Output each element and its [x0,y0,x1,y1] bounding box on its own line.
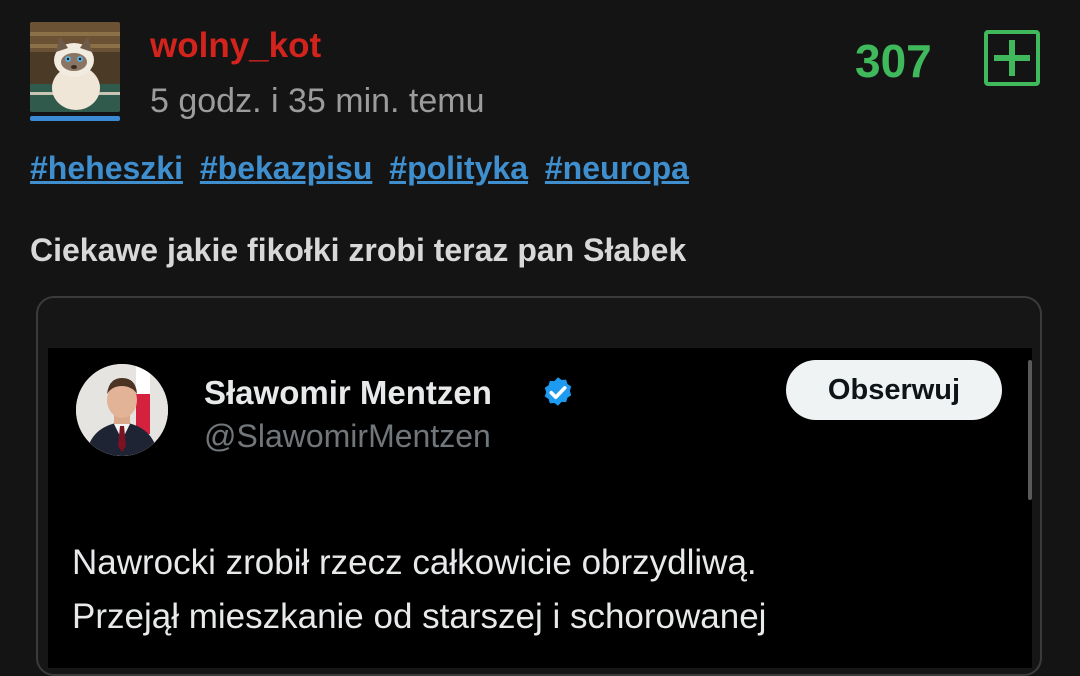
tag-link[interactable]: #neuropa [545,150,689,186]
tweet-text: Nawrocki zrobił rzecz całkowicie obrzydl… [72,536,766,644]
avatar-status-bar [30,116,120,121]
tweet-text-line: Nawrocki zrobił rzecz całkowicie obrzydl… [72,543,757,582]
tweet-author-name[interactable]: Sławomir Mentzen [204,374,492,412]
embedded-tweet[interactable]: Sławomir Mentzen @SlawomirMentzen Obserw… [48,348,1032,668]
vote-count: 307 [855,35,932,87]
person-avatar-image [76,364,168,456]
tweet-author-avatar[interactable] [76,364,168,456]
tag-list: #heheszki #bekazpisu #polityka #neuropa [30,150,697,187]
tweet-author-handle[interactable]: @SlawomirMentzen [204,418,491,455]
tag-link[interactable]: #polityka [389,150,528,186]
author-username[interactable]: wolny_kot [150,26,321,66]
upvote-button[interactable] [984,30,1040,86]
cat-avatar-image [30,22,120,112]
tweet-text-line: Przejął mieszkanie od starszej i schorow… [72,597,767,636]
post-body: Ciekawe jakie fikołki zrobi teraz pan Sł… [30,232,687,268]
tag-link[interactable]: #bekazpisu [200,150,373,186]
author-avatar[interactable] [30,22,120,112]
plus-icon [994,40,1030,76]
tag-link[interactable]: #heheszki [30,150,183,186]
tweet-scrollbar[interactable] [1028,360,1032,500]
follow-button[interactable]: Obserwuj [786,360,1002,420]
post-timestamp: 5 godz. i 35 min. temu [150,82,485,120]
verified-badge-icon [544,377,572,406]
